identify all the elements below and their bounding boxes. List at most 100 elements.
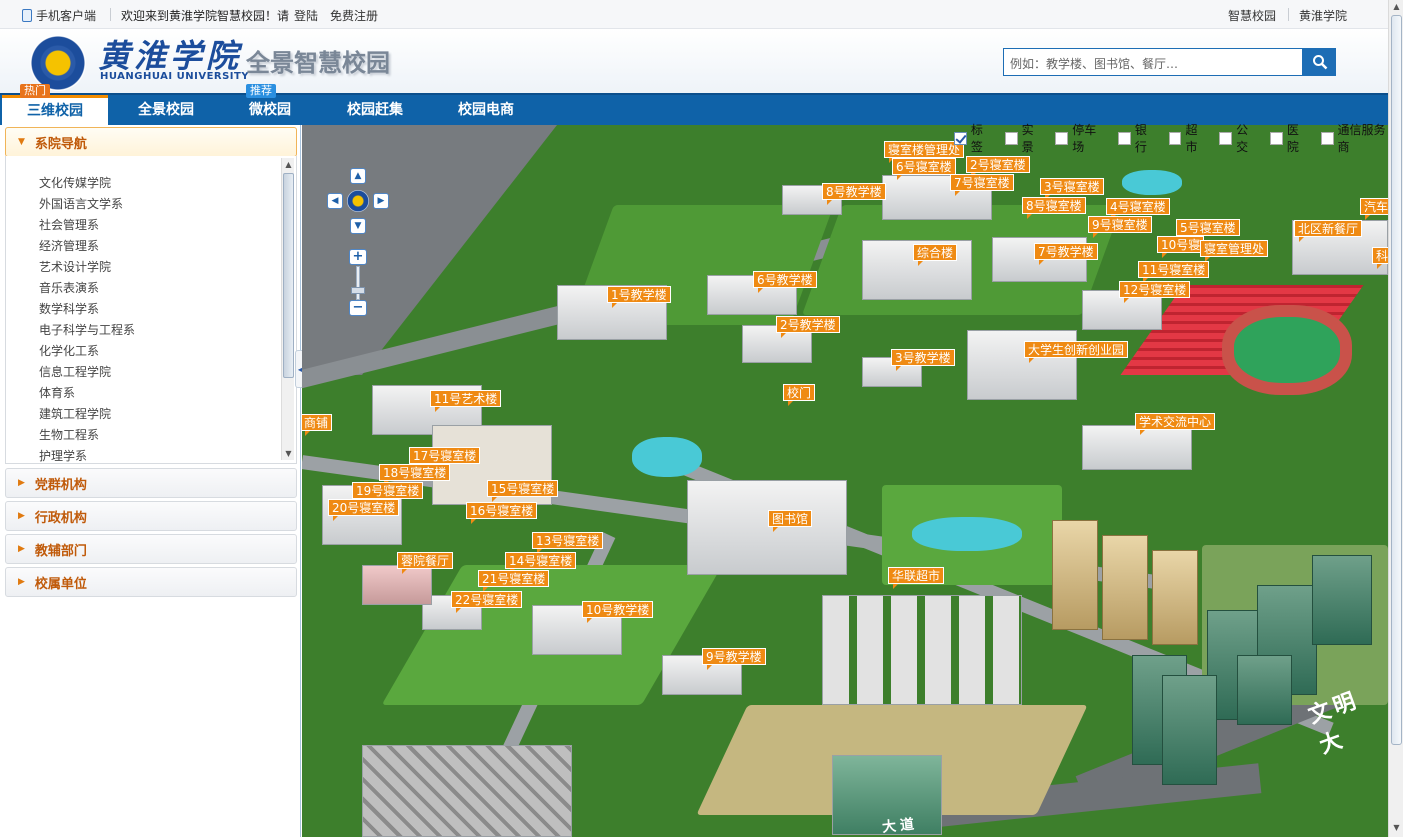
college-item[interactable]: 化学化工系 (39, 341, 135, 362)
map-label[interactable]: 图书馆 (768, 510, 813, 532)
map-label[interactable]: 9号寝室楼 (1088, 216, 1152, 238)
checkbox[interactable] (1269, 131, 1283, 145)
map-label[interactable]: 16号寝室楼 (466, 502, 538, 524)
map-label[interactable]: 7号寝室楼 (950, 174, 1014, 196)
section-party-orgs[interactable]: ▶ 党群机构 (5, 468, 297, 498)
tab-micro-campus[interactable]: 微校园 (217, 95, 323, 125)
map-label[interactable]: 8号寝室楼 (1022, 197, 1086, 219)
map-label[interactable]: 3号教学楼 (891, 349, 955, 371)
layer-toggle-labels[interactable]: 标签 (954, 121, 995, 155)
map-label[interactable]: 1号教学楼 (607, 286, 671, 308)
layer-toggle-bus[interactable]: 公交 (1219, 121, 1260, 155)
search-input[interactable]: 例如：教学楼、图书馆、餐厅… (1003, 48, 1303, 76)
tab-campus-market[interactable]: 校园赶集 (322, 95, 428, 125)
layer-toggle-parking[interactable]: 停车场 (1055, 121, 1108, 155)
map-label[interactable]: 北区新餐厅 (1294, 220, 1363, 242)
college-item[interactable]: 经济管理系 (39, 236, 135, 257)
map-label[interactable]: 汽车 (1360, 198, 1388, 220)
login-link[interactable]: 登陆 (294, 7, 318, 24)
layer-toggle-realview[interactable]: 实景 (1004, 121, 1046, 155)
zoom-in-icon[interactable]: + (349, 249, 367, 265)
layer-toggle-telecom[interactable]: 通信服务商 (1320, 121, 1397, 155)
map-label[interactable]: 9号教学楼 (702, 648, 766, 670)
map-label[interactable]: 综合楼 (913, 244, 958, 266)
college-item[interactable]: 体育系 (39, 383, 135, 404)
smart-campus-link[interactable]: 智慧校园 (1228, 7, 1276, 24)
map-label[interactable]: 13号寝室楼 (532, 532, 604, 554)
layer-toggle-bank[interactable]: 银行 (1117, 121, 1159, 155)
pan-down-icon[interactable]: ▼ (350, 218, 366, 234)
checkbox[interactable] (954, 131, 967, 145)
map-label[interactable]: 寝室楼管理处 (884, 141, 965, 163)
scroll-up-icon[interactable]: ▲ (282, 158, 295, 171)
tab-panorama-campus[interactable]: 全景校园 (113, 95, 219, 125)
checkbox[interactable] (1168, 131, 1182, 145)
scroll-thumb[interactable] (1391, 15, 1402, 745)
layer-toggle-hospital[interactable]: 医院 (1269, 121, 1311, 155)
section-college-nav[interactable]: ▼ 系院导航 (5, 127, 297, 157)
map-label[interactable]: 2号教学楼 (776, 316, 840, 338)
map-label[interactable]: 商铺 (302, 414, 333, 436)
college-item[interactable]: 信息工程学院 (39, 362, 135, 383)
map-label[interactable]: 17号寝室楼 (409, 447, 481, 469)
map-label[interactable]: 5号寝室楼 (1176, 219, 1240, 241)
college-item[interactable]: 文化传媒学院 (39, 173, 135, 194)
college-item[interactable]: 外国语言文学系 (39, 194, 135, 215)
layer-toggle-supermarket[interactable]: 超市 (1168, 121, 1210, 155)
map-label[interactable]: 10号寝 (1157, 236, 1205, 258)
map-label[interactable]: 20号寝室楼 (328, 499, 400, 521)
map-label[interactable]: 11号寝室楼 (1138, 261, 1210, 283)
scroll-up-icon[interactable]: ▲ (1391, 2, 1402, 14)
college-item[interactable]: 音乐表演系 (39, 278, 135, 299)
scroll-down-icon[interactable]: ▼ (282, 447, 295, 460)
pan-left-icon[interactable]: ◀ (327, 193, 343, 209)
map-label[interactable]: 10号教学楼 (582, 601, 654, 623)
checkbox[interactable] (1004, 131, 1018, 145)
zoom-out-icon[interactable]: − (349, 300, 367, 316)
huanghuai-link[interactable]: 黄淮学院 (1299, 7, 1347, 24)
map-label[interactable]: 21号寝室楼 (478, 570, 550, 592)
college-item[interactable]: 数学科学系 (39, 299, 135, 320)
map-label[interactable]: 14号寝室楼 (505, 552, 577, 574)
map-label[interactable]: 华联超市 (888, 567, 945, 589)
map-label[interactable]: 6号教学楼 (753, 271, 817, 293)
checkbox[interactable] (1219, 131, 1233, 145)
register-link[interactable]: 免费注册 (330, 7, 378, 24)
search-button[interactable] (1303, 48, 1336, 76)
checkbox[interactable] (1320, 131, 1334, 145)
scroll-down-icon[interactable]: ▼ (1391, 823, 1402, 835)
map-label[interactable]: 15号寝室楼 (487, 480, 559, 502)
section-teaching-support[interactable]: ▶ 教辅部门 (5, 534, 297, 564)
map-label[interactable]: 8号教学楼 (822, 183, 886, 205)
checkbox[interactable] (1055, 131, 1069, 145)
section-affiliated-units[interactable]: ▶ 校属单位 (5, 567, 297, 597)
college-item[interactable]: 社会管理系 (39, 215, 135, 236)
zoom-slider-track[interactable] (356, 266, 360, 300)
college-item[interactable]: 护理学系 (39, 446, 135, 467)
college-item[interactable]: 电子科学与工程系 (39, 320, 135, 341)
checkbox[interactable] (1117, 131, 1131, 145)
map-label[interactable]: 4号寝室楼 (1106, 198, 1170, 220)
map-label[interactable]: 12号寝室楼 (1119, 281, 1191, 303)
map-label[interactable]: 6号寝室楼 (892, 158, 956, 180)
map-label[interactable]: 蓉院餐厅 (397, 552, 454, 574)
map-label[interactable]: 2号寝室楼 (966, 156, 1030, 178)
tab-3d-campus[interactable]: 三维校园 (2, 95, 108, 125)
college-item[interactable]: 生物工程系 (39, 425, 135, 446)
page-scrollbar[interactable]: ▲ ▼ (1388, 0, 1403, 837)
map-label[interactable]: 18号寝室楼 (379, 464, 451, 486)
map-label[interactable]: 寝室管理处 (1200, 240, 1269, 262)
pan-center-icon[interactable] (347, 190, 369, 212)
pan-up-icon[interactable]: ▲ (350, 168, 366, 184)
scroll-thumb[interactable] (283, 173, 294, 378)
section-admin-orgs[interactable]: ▶ 行政机构 (5, 501, 297, 531)
map-label[interactable]: 19号寝室楼 (352, 482, 424, 504)
map-label[interactable]: 校门 (783, 384, 816, 406)
map-label[interactable]: 科 (1372, 247, 1388, 269)
zoom-slider-knob[interactable] (351, 287, 365, 294)
college-item[interactable]: 艺术设计学院 (39, 257, 135, 278)
map-label[interactable]: 大学生创新创业园 (1024, 341, 1129, 363)
college-item[interactable]: 建筑工程学院 (39, 404, 135, 425)
mobile-client-link[interactable]: 手机客户端 (22, 7, 96, 24)
college-list-scrollbar[interactable]: ▲ ▼ (281, 158, 294, 460)
